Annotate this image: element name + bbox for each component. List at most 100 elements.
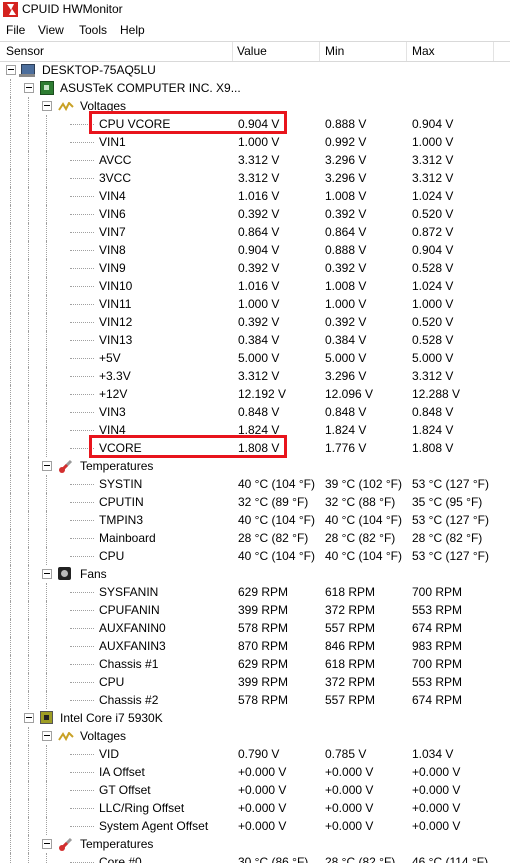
sensor-row[interactable]: VIN11 1.000 V 1.000 V 1.000 V [0, 295, 510, 313]
cpu-chip-icon [40, 711, 53, 724]
sensor-row[interactable]: VIN1 1.000 V 0.992 V 1.000 V [0, 133, 510, 151]
sensor-row[interactable]: VIN13 0.384 V 0.384 V 0.528 V [0, 331, 510, 349]
column-min[interactable]: Min [325, 44, 344, 58]
sensor-row[interactable]: AVCC 3.312 V 3.296 V 3.312 V [0, 151, 510, 169]
tree-guide-line [70, 772, 94, 773]
column-divider[interactable] [493, 42, 494, 61]
sensor-row[interactable]: LLC/Ring Offset +0.000 V +0.000 V +0.000 V [0, 799, 510, 817]
sensor-row[interactable]: VIN7 0.864 V 0.864 V 0.872 V [0, 223, 510, 241]
tree-guide-line [10, 97, 11, 115]
tree-guide-line [28, 133, 29, 151]
computer-icon [19, 64, 35, 77]
collapse-toggle-icon[interactable] [24, 83, 34, 93]
sensor-max: 553 RPM [412, 675, 463, 689]
tree-guide-line [70, 178, 94, 179]
sensor-row[interactable]: CPU 40 °C (104 °F) 40 °C (104 °F) 53 °C (12… [0, 547, 510, 565]
sensor-value: 32 °C (89 °F) [238, 495, 309, 509]
sensor-row[interactable]: +3.3V 3.312 V 3.296 V 3.312 V [0, 367, 510, 385]
group-node[interactable]: Temperatures [0, 457, 510, 475]
sensor-row[interactable]: Chassis #2 578 RPM 557 RPM 674 RPM [0, 691, 510, 709]
sensor-row[interactable]: +5V 5.000 V 5.000 V 5.000 V [0, 349, 510, 367]
column-sensor[interactable]: Sensor [6, 44, 44, 58]
sensor-row[interactable]: VIN6 0.392 V 0.392 V 0.520 V [0, 205, 510, 223]
sensor-row[interactable]: SYSFANIN 629 RPM 618 RPM 700 RPM [0, 583, 510, 601]
sensor-row[interactable]: VIN4 1.016 V 1.008 V 1.024 V [0, 187, 510, 205]
sensor-row[interactable]: Chassis #1 629 RPM 618 RPM 700 RPM [0, 655, 510, 673]
collapse-toggle-icon[interactable] [42, 731, 52, 741]
sensor-max: 28 °C (82 °F) [412, 531, 483, 545]
column-max[interactable]: Max [412, 44, 435, 58]
group-node[interactable]: Fans [0, 565, 510, 583]
sensor-row[interactable]: Core #0 30 °C (86 °F) 28 °C (82 °F) 46 °C (… [0, 853, 510, 863]
sensor-row[interactable]: GT Offset +0.000 V +0.000 V +0.000 V [0, 781, 510, 799]
sensor-row[interactable]: TMPIN3 40 °C (104 °F) 40 °C (104 °F) 53 °C … [0, 511, 510, 529]
menu-tools[interactable]: Tools [79, 23, 107, 37]
tree-guide-line [46, 169, 47, 187]
sensor-row[interactable]: CPU 399 RPM 372 RPM 553 RPM [0, 673, 510, 691]
sensor-value: 5.000 V [238, 351, 280, 365]
sensor-min: 1.000 V [325, 297, 367, 311]
sensor-value: 40 °C (104 °F) [238, 477, 315, 491]
column-value[interactable]: Value [237, 44, 267, 58]
sensor-row[interactable]: CPUFANIN 399 RPM 372 RPM 553 RPM [0, 601, 510, 619]
sensor-name: VIN3 [99, 405, 126, 419]
sensor-row[interactable]: AUXFANIN3 870 RPM 846 RPM 983 RPM [0, 637, 510, 655]
collapse-toggle-icon[interactable] [42, 569, 52, 579]
sensor-row[interactable]: VIN9 0.392 V 0.392 V 0.528 V [0, 259, 510, 277]
sensor-max: 3.312 V [412, 171, 454, 185]
sensor-min: 0.392 V [325, 261, 367, 275]
sensor-row[interactable]: System Agent Offset +0.000 V +0.000 V +0.00… [0, 817, 510, 835]
sensor-row[interactable]: 3VCC 3.312 V 3.296 V 3.312 V [0, 169, 510, 187]
sensor-row[interactable]: CPU VCORE 0.904 V 0.888 V 0.904 V [0, 111, 510, 134]
collapse-toggle-icon[interactable] [24, 713, 34, 723]
sensor-row[interactable]: CPUTIN 32 °C (89 °F) 32 °C (88 °F) 35 °C (9… [0, 493, 510, 511]
sensor-max: 1.024 V [412, 279, 454, 293]
tree-guide-line [28, 727, 29, 745]
sensor-max: 1.000 V [412, 297, 454, 311]
root-node[interactable]: DESKTOP-75AQ5LU [0, 61, 510, 79]
sensor-row[interactable]: AUXFANIN0 578 RPM 557 RPM 674 RPM [0, 619, 510, 637]
sensor-row[interactable]: Mainboard 28 °C (82 °F) 28 °C (82 °F) 28 °C… [0, 529, 510, 547]
tree-guide-line [28, 331, 29, 349]
sensor-row[interactable]: IA Offset +0.000 V +0.000 V +0.000 V [0, 763, 510, 781]
column-divider[interactable] [232, 42, 233, 61]
sensor-row[interactable]: SYSTIN 40 °C (104 °F) 39 °C (102 °F) 53 °C … [0, 475, 510, 493]
tree-guide-line [46, 511, 47, 529]
group-node[interactable]: Temperatures [0, 835, 510, 853]
collapse-toggle-icon[interactable] [6, 65, 16, 75]
menu-help[interactable]: Help [120, 23, 145, 37]
device-node[interactable]: ASUSTeK COMPUTER INC. X9... [0, 79, 510, 97]
tree-guide-line [10, 817, 11, 835]
tree-guide-line [70, 664, 94, 665]
sensor-value: 3.312 V [238, 153, 280, 167]
sensor-row[interactable]: VIN12 0.392 V 0.392 V 0.520 V [0, 313, 510, 331]
tree-guide-line [10, 799, 11, 817]
device-node[interactable]: Intel Core i7 5930K [0, 709, 510, 727]
tree-guide-line [28, 673, 29, 691]
tree-guide-line [28, 439, 29, 457]
sensor-row[interactable]: VIN10 1.016 V 1.008 V 1.024 V [0, 277, 510, 295]
sensor-row[interactable]: VIN8 0.904 V 0.888 V 0.904 V [0, 241, 510, 259]
column-divider[interactable] [406, 42, 407, 61]
sensor-row[interactable]: VCORE 1.808 V 1.776 V 1.808 V [0, 435, 510, 458]
tree-guide-line [46, 493, 47, 511]
column-divider[interactable] [319, 42, 320, 61]
sensor-name: Chassis #2 [99, 693, 159, 707]
collapse-toggle-icon[interactable] [42, 101, 52, 111]
sensor-min: 40 °C (104 °F) [325, 549, 402, 563]
tree-guide-line [70, 214, 94, 215]
collapse-toggle-icon[interactable] [42, 461, 52, 471]
menu-view[interactable]: View [38, 23, 64, 37]
group-node[interactable]: Voltages [0, 727, 510, 745]
tree-guide-line [28, 475, 29, 493]
tree-guide-line [10, 853, 11, 863]
sensor-row[interactable]: VIN3 0.848 V 0.848 V 0.848 V [0, 403, 510, 421]
sensor-tree[interactable]: DESKTOP-75AQ5LU ASUSTeK COMPUTER INC. X9.… [0, 61, 510, 863]
collapse-toggle-icon[interactable] [42, 839, 52, 849]
sensor-row[interactable]: +12V 12.192 V 12.096 V 12.288 V [0, 385, 510, 403]
tree-guide-line [46, 313, 47, 331]
sensor-row[interactable]: VID 0.790 V 0.785 V 1.034 V [0, 745, 510, 763]
tree-guide-line [70, 358, 94, 359]
menu-file[interactable]: File [6, 23, 25, 37]
tree-guide-line [46, 403, 47, 421]
